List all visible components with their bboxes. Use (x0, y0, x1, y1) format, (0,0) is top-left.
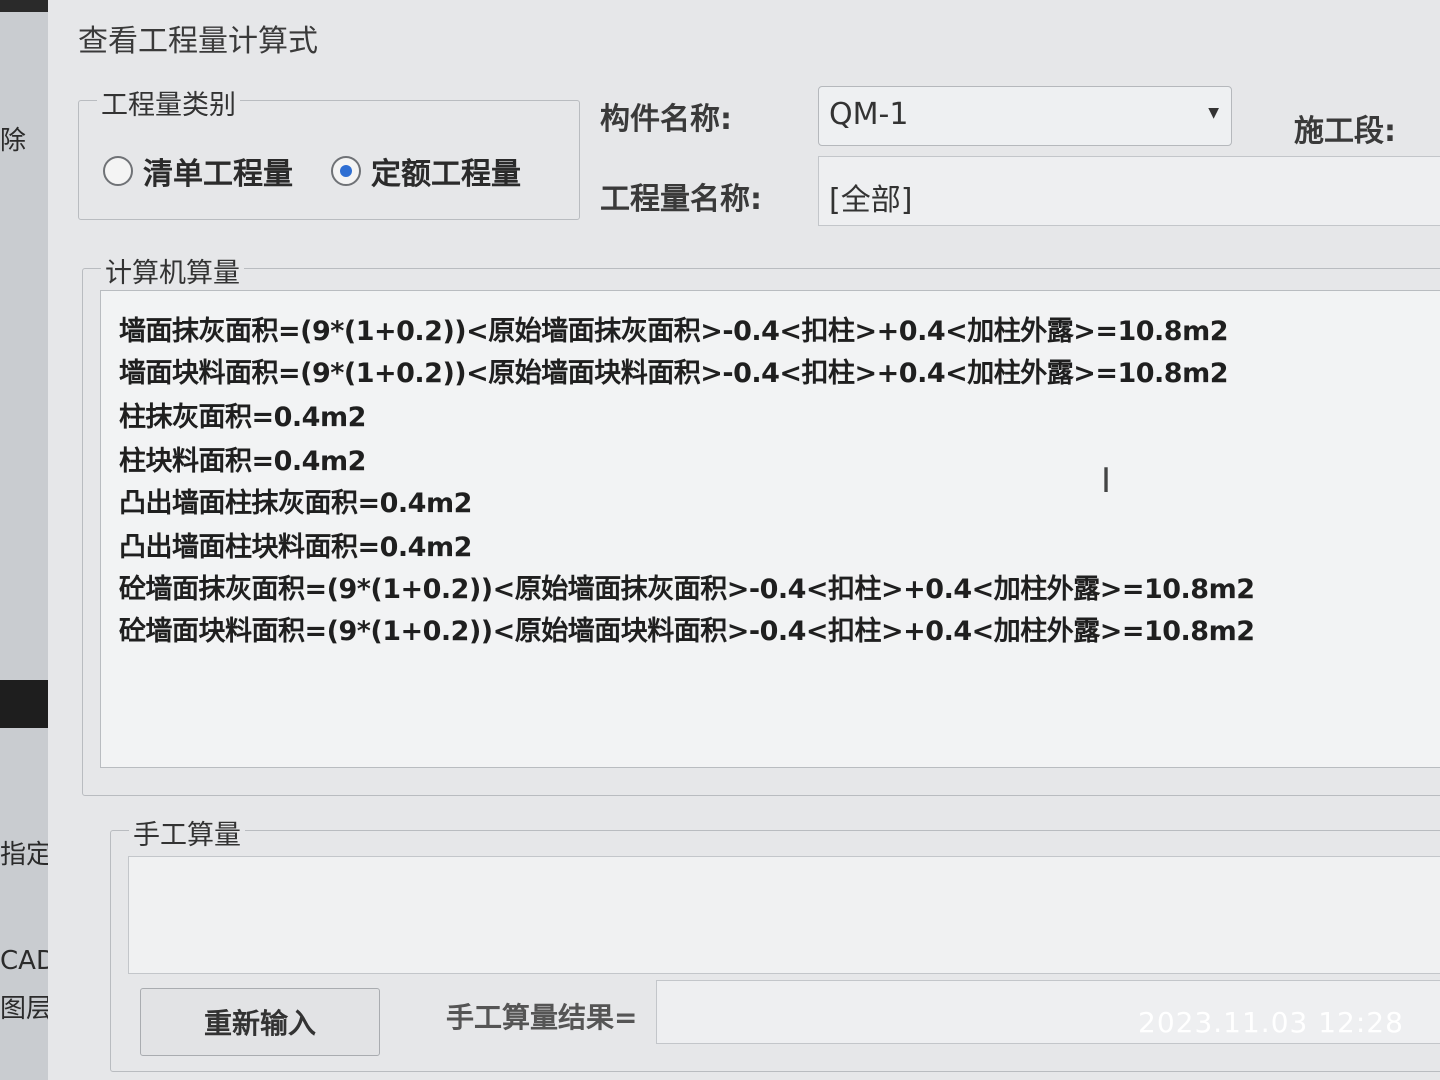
background-top-bar (0, 0, 48, 12)
computer-calc-legend: 计算机算量 (101, 251, 244, 290)
quantity-name-value: [全部] (829, 183, 913, 218)
construction-section-label: 施工段: (1294, 114, 1396, 149)
background-label: 除 (0, 126, 27, 156)
component-name-value: QM-1 (829, 97, 909, 132)
quantity-name-field[interactable]: [全部] (818, 156, 1440, 226)
bill-quantity-label[interactable]: 清单工程量 (143, 149, 293, 193)
quantity-formula-dialog: 查看工程量计算式 工程量类别 清单工程量 定额工程量 构件名称: QM-1 ▼ … (48, 0, 1440, 1080)
photo-timestamp: 2023.11.03 12:28 (1138, 1006, 1404, 1039)
manual-calc-legend: 手工算量 (129, 813, 245, 852)
bill-quantity-radio[interactable] (103, 156, 133, 186)
calc-line: 柱抹灰面积=0.4m2 (119, 402, 366, 433)
calc-line: 砼墙面块料面积=(9*(1+0.2))<原始墙面块料面积>-0.4<扣柱>+0.… (119, 616, 1255, 647)
calc-line: 柱块料面积=0.4m2 (119, 446, 366, 477)
manual-calc-input[interactable] (128, 856, 1440, 974)
category-group-legend: 工程量类别 (97, 83, 240, 122)
calc-line: 墙面块料面积=(9*(1+0.2))<原始墙面块料面积>-0.4<扣柱>+0.4… (119, 358, 1229, 389)
calc-line: 凸出墙面柱块料面积=0.4m2 (119, 532, 472, 563)
component-name-label: 构件名称: (600, 102, 732, 137)
computer-calc-text-area[interactable]: 墙面抹灰面积=(9*(1+0.2))<原始墙面抹灰面积>-0.4<扣柱>+0.4… (100, 290, 1440, 768)
quota-quantity-label[interactable]: 定额工程量 (371, 149, 521, 193)
manual-result-label: 手工算量结果= (446, 1001, 638, 1034)
quantity-name-label: 工程量名称: (600, 182, 762, 217)
chevron-down-icon[interactable]: ▼ (1208, 105, 1219, 121)
category-radio-row: 清单工程量 定额工程量 (103, 149, 559, 193)
calc-line: 凸出墙面柱抹灰面积=0.4m2 (119, 488, 472, 519)
background-label: 图层 (0, 994, 53, 1024)
calc-line: 墙面抹灰面积=(9*(1+0.2))<原始墙面抹灰面积>-0.4<扣柱>+0.4… (119, 316, 1229, 347)
dialog-title: 查看工程量计算式 (78, 24, 318, 59)
calc-line: 砼墙面抹灰面积=(9*(1+0.2))<原始墙面抹灰面积>-0.4<扣柱>+0.… (119, 574, 1255, 605)
reenter-button[interactable]: 重新输入 (140, 988, 380, 1056)
component-name-select[interactable]: QM-1 ▼ (818, 86, 1232, 146)
quota-quantity-radio[interactable] (331, 156, 361, 186)
category-group: 工程量类别 清单工程量 定额工程量 (78, 83, 580, 220)
text-cursor-icon: I (1101, 461, 1112, 501)
